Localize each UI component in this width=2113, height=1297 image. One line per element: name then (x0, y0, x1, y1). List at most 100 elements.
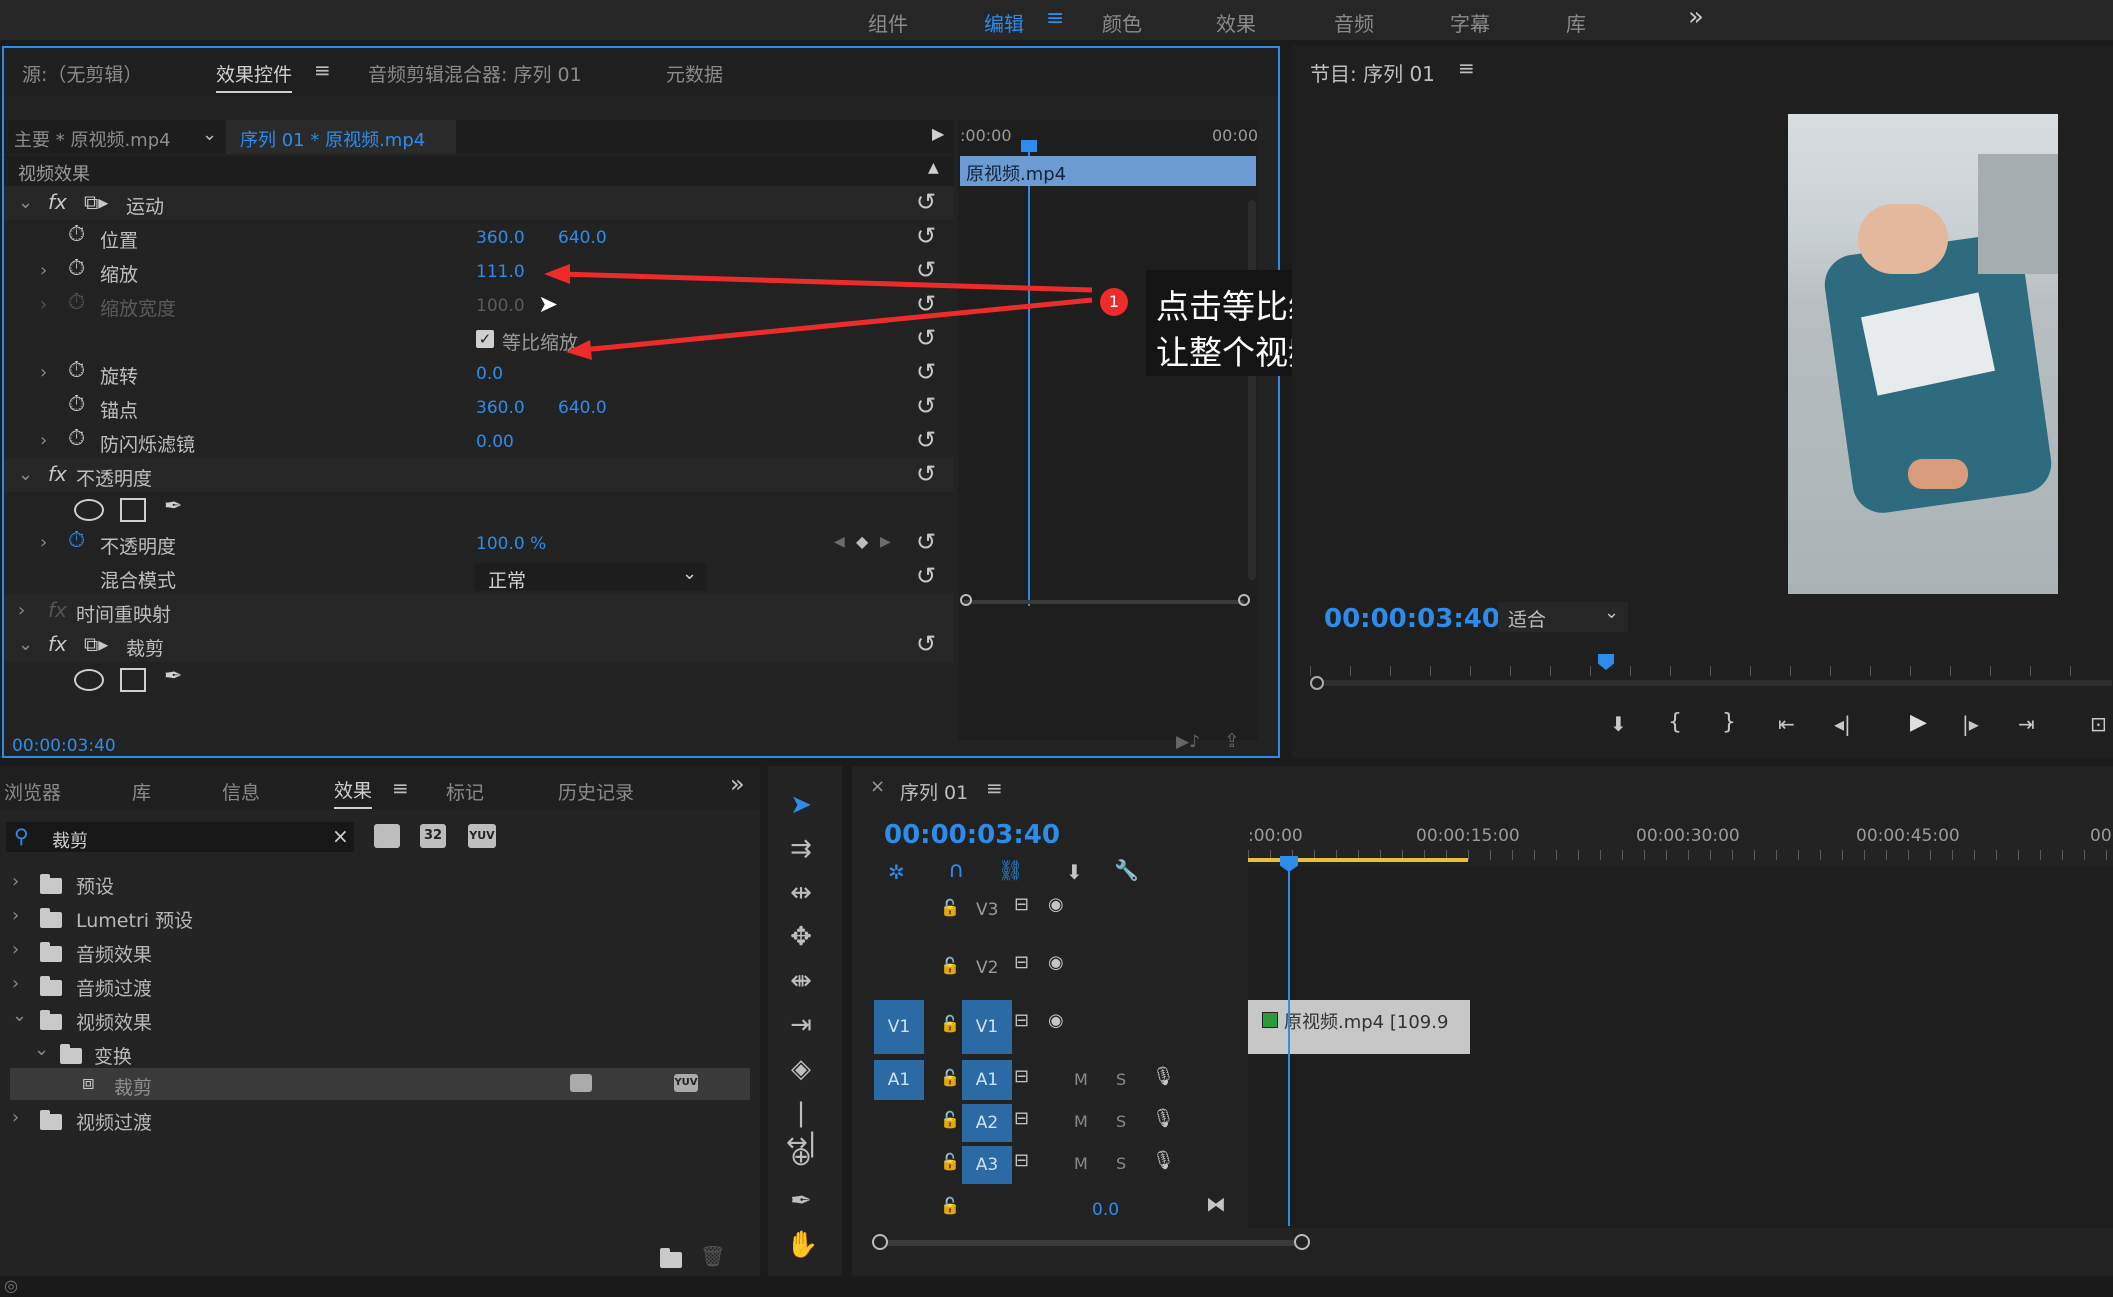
lock-icon[interactable]: 🔓 (940, 1110, 960, 1129)
tab-history[interactable]: 历史记录 (558, 778, 634, 805)
chevron-right-icon[interactable]: › (12, 871, 19, 892)
video-preview[interactable] (1788, 114, 2058, 594)
hand-tool-icon[interactable]: ✋ (786, 1230, 818, 1260)
sync-lock-icon[interactable]: ⊟ (1014, 1108, 1029, 1129)
chevron-down-icon[interactable]: ⌄ (34, 1039, 49, 1060)
wrench-icon[interactable]: 🔧 (1114, 858, 1139, 882)
lock-icon[interactable]: 🔓 (940, 1196, 960, 1215)
program-title[interactable]: 节目: 序列 01 (1310, 58, 1435, 87)
track-target-a2[interactable]: A2 (962, 1104, 1012, 1142)
mark-in-icon[interactable]: { (1668, 710, 1682, 735)
tree-item-lumetri-presets[interactable]: › Lumetri 预设 (0, 900, 756, 934)
chevron-right-icon[interactable]: › (12, 973, 19, 994)
play-icon[interactable]: ▶ (1910, 710, 1927, 735)
lock-icon[interactable]: 🔓 (940, 898, 960, 917)
track-target-a3[interactable]: A3 (962, 1146, 1012, 1184)
search-input[interactable]: 裁剪 (52, 827, 88, 853)
mute-button[interactable]: M (1074, 1112, 1088, 1131)
microphone-icon[interactable]: 🎙 (1152, 1150, 1175, 1171)
step-forward-icon[interactable]: |▸ (1962, 712, 1979, 736)
tab-effects[interactable]: 效果 (334, 776, 373, 809)
add-marker-icon[interactable]: ⬇ (1066, 860, 1083, 884)
track-target-v1[interactable]: V1 (962, 1000, 1012, 1054)
source-patch-v1[interactable]: V1 (874, 1000, 924, 1054)
chevron-right-icon[interactable]: › (12, 1107, 19, 1128)
tree-item-video-transitions[interactable]: › 视频过渡 (0, 1102, 756, 1136)
close-sequence-icon[interactable]: × (870, 776, 885, 797)
delete-icon[interactable]: 🗑 (700, 1244, 725, 1268)
go-to-out-icon[interactable]: ⇥ (2018, 712, 2035, 736)
snap-icon[interactable]: ∩ (948, 858, 964, 883)
sync-lock-icon[interactable]: ⊟ (1014, 1150, 1029, 1171)
lock-icon[interactable]: 🔓 (940, 1152, 960, 1171)
go-to-in-icon[interactable]: ⇤ (1778, 712, 1795, 736)
track-target-a1[interactable]: A1 (962, 1060, 1012, 1100)
program-timecode[interactable]: 00:00:03:40 (1324, 604, 1500, 634)
tree-item-audio-transitions[interactable]: › 音频过渡 (0, 968, 756, 1002)
linked-selection-icon[interactable]: ⛓ (998, 858, 1023, 882)
mute-button[interactable]: M (1074, 1070, 1088, 1089)
timeline-timecode[interactable]: 00:00:03:40 (884, 820, 1060, 850)
nest-icon[interactable]: ✲ (888, 860, 905, 884)
eye-icon[interactable]: ◉ (1048, 952, 1064, 973)
new-bin-icon[interactable] (660, 1248, 682, 1268)
timeline-video-clip[interactable]: 原视频.mp4 [109.9 (1248, 1000, 1470, 1054)
move-tool-icon[interactable]: ⊕ (786, 1142, 816, 1172)
track-label-v3[interactable]: V3 (976, 900, 998, 920)
timeline-scrollbar[interactable] (878, 1240, 1306, 1246)
slide-tool-icon[interactable]: |↔| (786, 1098, 817, 1158)
chevron-down-icon[interactable]: ⌄ (12, 1005, 27, 1026)
program-scroll-handle[interactable] (1310, 676, 1324, 690)
sequence-menu-icon[interactable]: ≡ (986, 776, 1003, 800)
source-patch-a1[interactable]: A1 (874, 1060, 924, 1100)
go-to-end-icon[interactable]: ⧓ (1206, 1192, 1226, 1216)
tab-info[interactable]: 信息 (222, 778, 260, 805)
slip-tool-icon[interactable]: ⇼ (786, 966, 816, 996)
step-back-icon[interactable]: ◂| (1834, 712, 1851, 736)
eye-icon[interactable]: ◉ (1048, 894, 1064, 915)
tab-menu-icon[interactable]: ≡ (392, 776, 409, 800)
timeline-playhead[interactable] (1288, 870, 1290, 1226)
insert-icon[interactable]: ⊡ (2090, 712, 2107, 736)
timeline-scroll-handle-right[interactable] (1294, 1234, 1310, 1250)
chevron-right-icon[interactable]: › (12, 939, 19, 960)
lock-icon[interactable]: 🔓 (940, 1014, 960, 1033)
master-volume-value[interactable]: 0.0 (1092, 1200, 1119, 1220)
sync-lock-icon[interactable]: ⊟ (1014, 1066, 1029, 1087)
track-select-tool-icon[interactable]: ⇉ (786, 834, 816, 864)
effects-search-box[interactable]: ⚲ 裁剪 × (6, 822, 354, 852)
microphone-icon[interactable]: 🎙 (1152, 1066, 1175, 1087)
microphone-icon[interactable]: 🎙 (1152, 1108, 1175, 1129)
sequence-tab[interactable]: 序列 01 (900, 778, 968, 805)
program-menu-icon[interactable]: ≡ (1458, 56, 1475, 80)
fit-select[interactable]: 适合 ⌄ (1498, 602, 1628, 632)
32bit-filter-icon[interactable]: 32 (420, 824, 446, 848)
tab-media-browser[interactable]: 浏览器 (4, 778, 61, 805)
ripple-edit-tool-icon[interactable]: ⇹ (786, 878, 816, 908)
add-marker-icon[interactable]: ⬇ (1610, 712, 1627, 736)
tree-item-video-effects[interactable]: ⌄ 视频效果 (0, 1002, 756, 1036)
sync-lock-icon[interactable]: ⊟ (1014, 894, 1029, 915)
tab-libraries[interactable]: 库 (132, 778, 151, 805)
track-label-v2[interactable]: V2 (976, 958, 998, 978)
lock-icon[interactable]: 🔓 (940, 1068, 960, 1087)
timeline-ruler[interactable]: :00:00 00:00:15:00 00:00:30:00 00:00:45:… (1248, 814, 2113, 864)
pen-tool-icon[interactable]: ✒ (786, 1186, 816, 1216)
chevron-right-icon[interactable]: › (12, 905, 19, 926)
razor-tool-icon[interactable]: ✥ (786, 922, 816, 952)
razor-blade-tool-icon[interactable]: ◈ (786, 1054, 816, 1084)
tree-item-audio-effects[interactable]: › 音频效果 (0, 934, 756, 968)
tree-item-crop[interactable]: ⧈ 裁剪 YUV (10, 1068, 750, 1100)
yuv-filter-icon[interactable]: YUV (468, 824, 496, 848)
solo-button[interactable]: S (1116, 1154, 1126, 1173)
accelerated-effects-filter-icon[interactable] (374, 824, 400, 848)
lock-icon[interactable]: 🔓 (940, 956, 960, 975)
rate-stretch-tool-icon[interactable]: ⇥ (786, 1010, 816, 1040)
clear-search-icon[interactable]: × (332, 824, 349, 848)
tree-item-transform[interactable]: ⌄ 变换 (0, 1036, 756, 1070)
more-panels-icon[interactable]: » (730, 770, 745, 798)
solo-button[interactable]: S (1116, 1112, 1126, 1131)
eye-icon[interactable]: ◉ (1048, 1010, 1064, 1031)
tree-item-presets[interactable]: › 预设 (0, 866, 756, 900)
program-scrollbar[interactable] (1322, 680, 2112, 686)
